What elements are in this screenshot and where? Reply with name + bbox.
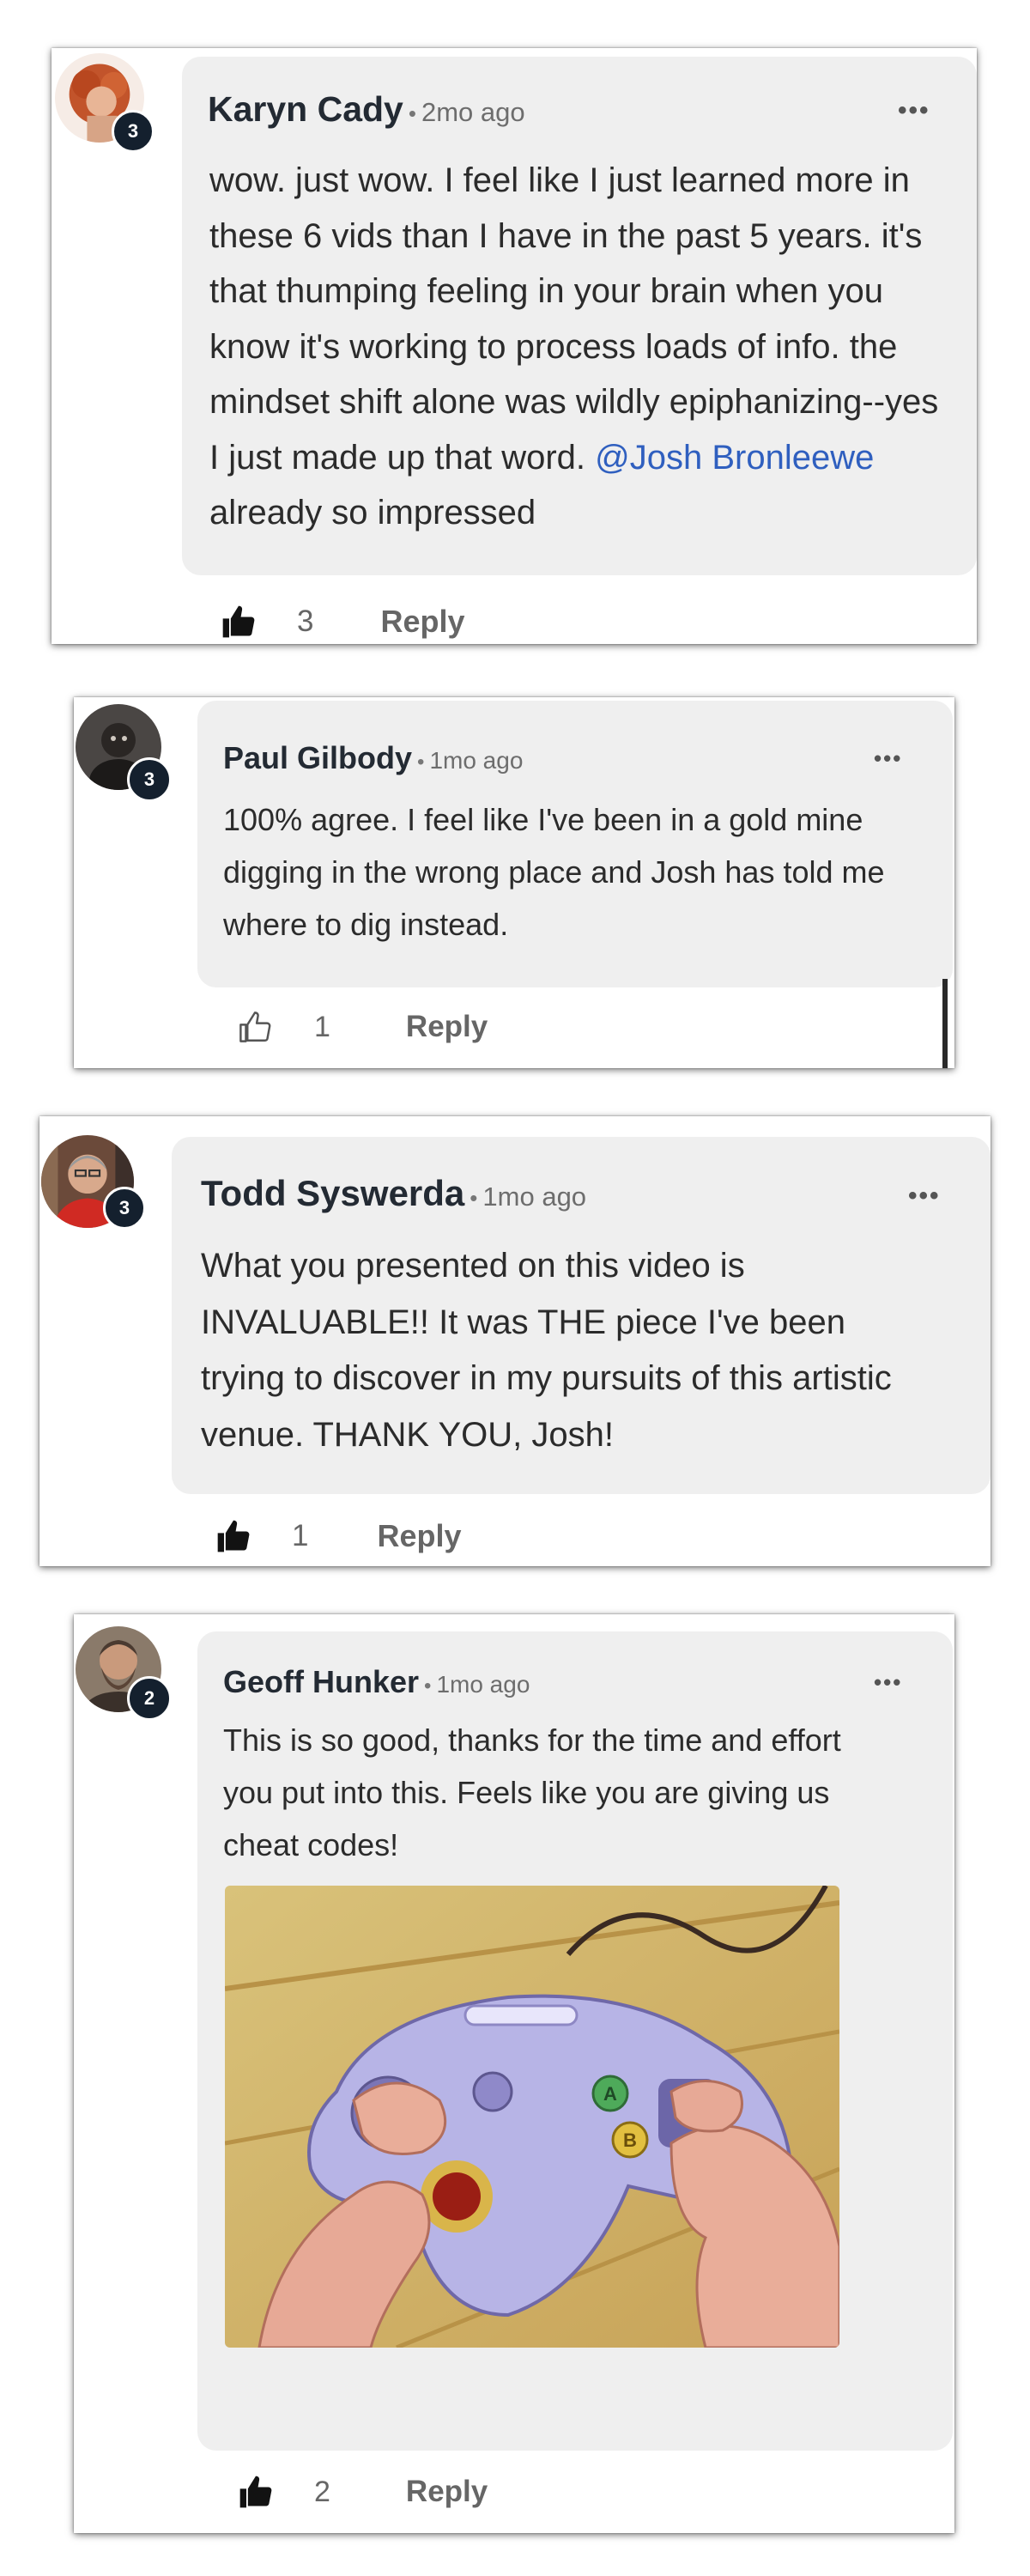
thumbs-up-icon[interactable] — [220, 603, 258, 641]
reply-button[interactable]: Reply — [406, 2475, 488, 2509]
author-name[interactable]: Todd Syswerda — [201, 1173, 464, 1213]
comment-actions: 2 Reply — [237, 2466, 488, 2518]
author-name[interactable]: Geoff Hunker — [223, 1664, 419, 1699]
separator-dot: • — [424, 1674, 432, 1698]
more-options-icon[interactable]: ••• — [874, 1669, 902, 1696]
comment-bubble: Todd Syswerda • 1mo ago ••• What you prese… — [172, 1137, 991, 1494]
more-options-icon[interactable]: ••• — [908, 1182, 941, 1211]
comment-avatar[interactable]: 3 — [55, 53, 158, 156]
comment-meta: Todd Syswerda • 1mo ago — [201, 1173, 586, 1214]
more-options-icon[interactable]: ••• — [874, 745, 902, 772]
thumbs-up-icon[interactable] — [237, 1009, 273, 1045]
like-count: 2 — [314, 2475, 330, 2508]
comment-time: 1mo ago — [482, 1182, 587, 1212]
comment-count-badge: 3 — [103, 1187, 146, 1230]
comment-text-part: already so impressed — [209, 494, 536, 532]
gif-button-b-label: B — [623, 2129, 637, 2151]
comment-meta: Karyn Cady • 2mo ago — [208, 89, 525, 130]
comment-avatar[interactable]: 3 — [76, 704, 179, 807]
comment-count-badge: 3 — [127, 757, 172, 802]
like-count: 1 — [292, 1519, 309, 1552]
comment-text: This is so good, thanks for the time and… — [223, 1722, 841, 1862]
gif-attachment[interactable]: A B — [225, 1886, 839, 2348]
comment-card: 3 Paul Gilbody • 1mo ago ••• 100% agree. I… — [74, 697, 954, 1068]
comment-time: 1mo ago — [436, 1671, 530, 1698]
comment-time: 1mo ago — [429, 747, 524, 774]
reply-button[interactable]: Reply — [380, 604, 464, 640]
separator-dot: • — [417, 750, 425, 774]
gif-button-a-label: A — [603, 2083, 617, 2105]
author-name[interactable]: Paul Gilbody — [223, 740, 412, 775]
separator-dot: • — [408, 100, 416, 126]
more-options-icon[interactable]: ••• — [898, 96, 930, 125]
comment-bubble: Geoff Hunker • 1mo ago ••• This is so good… — [197, 1631, 953, 2451]
reply-button[interactable]: Reply — [377, 1518, 461, 1554]
comment-text-part: wow. just wow. I feel like I just learne… — [209, 161, 939, 477]
comment-card: 2 Geoff Hunker • 1mo ago ••• This is so go… — [74, 1614, 954, 2533]
comment-actions: 1 Reply — [237, 1001, 488, 1053]
comment-bubble: Karyn Cady • 2mo ago ••• wow. just wow. I … — [182, 57, 977, 575]
comment-actions: 1 Reply — [215, 1510, 462, 1563]
scrollbar[interactable] — [942, 979, 948, 1068]
author-name[interactable]: Karyn Cady — [208, 89, 403, 129]
thumbs-up-icon[interactable] — [237, 2473, 275, 2511]
reply-button[interactable]: Reply — [406, 1010, 488, 1044]
comment-meta: Geoff Hunker • 1mo ago — [223, 1664, 530, 1700]
thumbs-up-icon[interactable] — [215, 1517, 252, 1555]
user-mention-link[interactable]: @Josh Bronleewe — [595, 439, 874, 477]
comment-count-badge: 2 — [127, 1676, 172, 1721]
comment-meta: Paul Gilbody • 1mo ago — [223, 740, 523, 776]
comment-card: 3 Karyn Cady • 2mo ago ••• wow. just wow. … — [52, 48, 977, 644]
comment-text: 100% agree. I feel like I've been in a g… — [223, 802, 885, 942]
comment-actions: 3 Reply — [220, 594, 465, 644]
like-count: 1 — [314, 1010, 330, 1043]
game-controller-gif: A B — [225, 1886, 839, 2348]
comment-card: 3 Todd Syswerda • 1mo ago ••• What you pre… — [39, 1116, 991, 1566]
separator-dot: • — [470, 1185, 478, 1211]
comment-count-badge: 3 — [112, 110, 154, 153]
like-count: 3 — [297, 605, 314, 638]
comment-text: What you presented on this video is INVA… — [201, 1247, 892, 1454]
comment-time: 2mo ago — [421, 97, 525, 127]
comment-avatar[interactable]: 2 — [76, 1626, 179, 1729]
comment-avatar[interactable]: 3 — [41, 1135, 153, 1247]
comment-bubble: Paul Gilbody • 1mo ago ••• 100% agree. I f… — [197, 701, 953, 987]
comment-text: wow. just wow. I feel like I just learne… — [209, 153, 951, 541]
